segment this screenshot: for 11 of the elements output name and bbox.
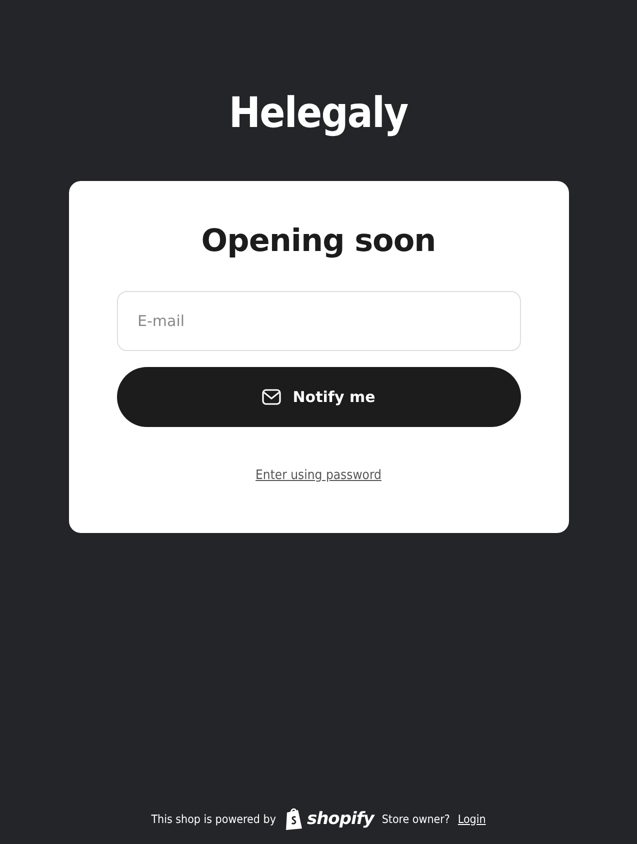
card-heading: Opening soon [200, 222, 437, 261]
shop-title: Helegaly [229, 88, 408, 138]
platform-wordmark: shopify [306, 808, 374, 828]
notify-button[interactable]: Notify me [116, 367, 520, 427]
powered-by-text: This shop is powered by [151, 812, 276, 826]
login-link[interactable]: Login [458, 812, 486, 826]
envelope-icon [262, 389, 281, 405]
email-field[interactable]: E-mail [116, 291, 520, 351]
owner-prompt: Store owner? [382, 812, 450, 826]
shopping-bag-icon [284, 807, 304, 830]
password-link[interactable]: Enter using password [256, 468, 382, 483]
